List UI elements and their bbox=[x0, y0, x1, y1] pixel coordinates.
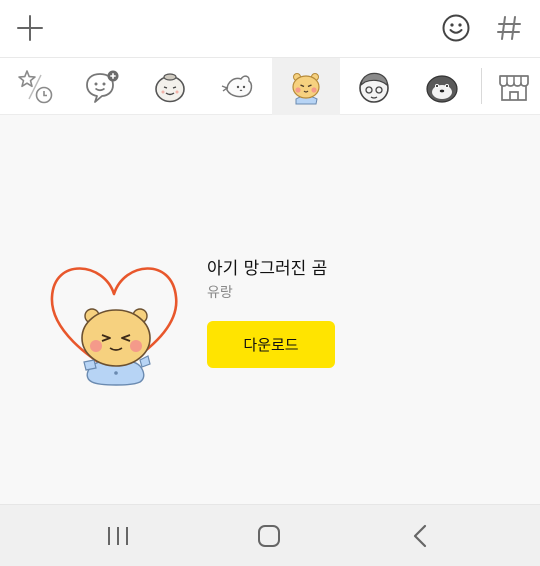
emoticon-tab-bar bbox=[0, 58, 540, 115]
sticker-rice-ball-icon bbox=[155, 73, 185, 103]
sticker-bird-icon bbox=[221, 75, 253, 98]
tab-divider bbox=[481, 68, 482, 104]
tab-sticker-bear[interactable] bbox=[272, 58, 340, 115]
favorites-recent-icon bbox=[18, 70, 53, 104]
emoticon-shop-icon bbox=[499, 75, 529, 101]
tab-sticker-rice-ball[interactable] bbox=[136, 58, 204, 115]
emoticon-pack-panel: 아기 망그러진 곰 유랑 다운로드 bbox=[0, 115, 540, 504]
pack-author: 유랑 bbox=[207, 285, 233, 301]
tab-sticker-bird[interactable] bbox=[204, 58, 272, 115]
tab-favorites-recent[interactable] bbox=[0, 58, 68, 115]
sticker-boy-icon bbox=[359, 72, 389, 103]
bear-heart-sticker bbox=[50, 267, 178, 386]
home-icon[interactable] bbox=[249, 521, 289, 551]
smiley-icon[interactable] bbox=[440, 12, 472, 44]
emoticon-add-icon bbox=[86, 70, 119, 103]
sticker-bear-icon bbox=[292, 73, 320, 105]
recents-icon[interactable] bbox=[98, 521, 138, 551]
system-navigation-bar bbox=[0, 504, 540, 566]
input-toolbar bbox=[0, 0, 540, 58]
plus-icon[interactable] bbox=[14, 12, 46, 44]
tab-sticker-seal[interactable] bbox=[408, 58, 476, 115]
tab-sticker-boy[interactable] bbox=[340, 58, 408, 115]
tab-emoticon-add[interactable] bbox=[68, 58, 136, 115]
sticker-seal-icon bbox=[426, 75, 458, 103]
download-button[interactable]: 다운로드 bbox=[207, 321, 335, 368]
pack-title: 아기 망그러진 곰 bbox=[207, 259, 328, 279]
back-icon[interactable] bbox=[400, 521, 440, 551]
hash-icon[interactable] bbox=[495, 12, 523, 44]
tab-emoticon-shop[interactable] bbox=[484, 58, 540, 115]
